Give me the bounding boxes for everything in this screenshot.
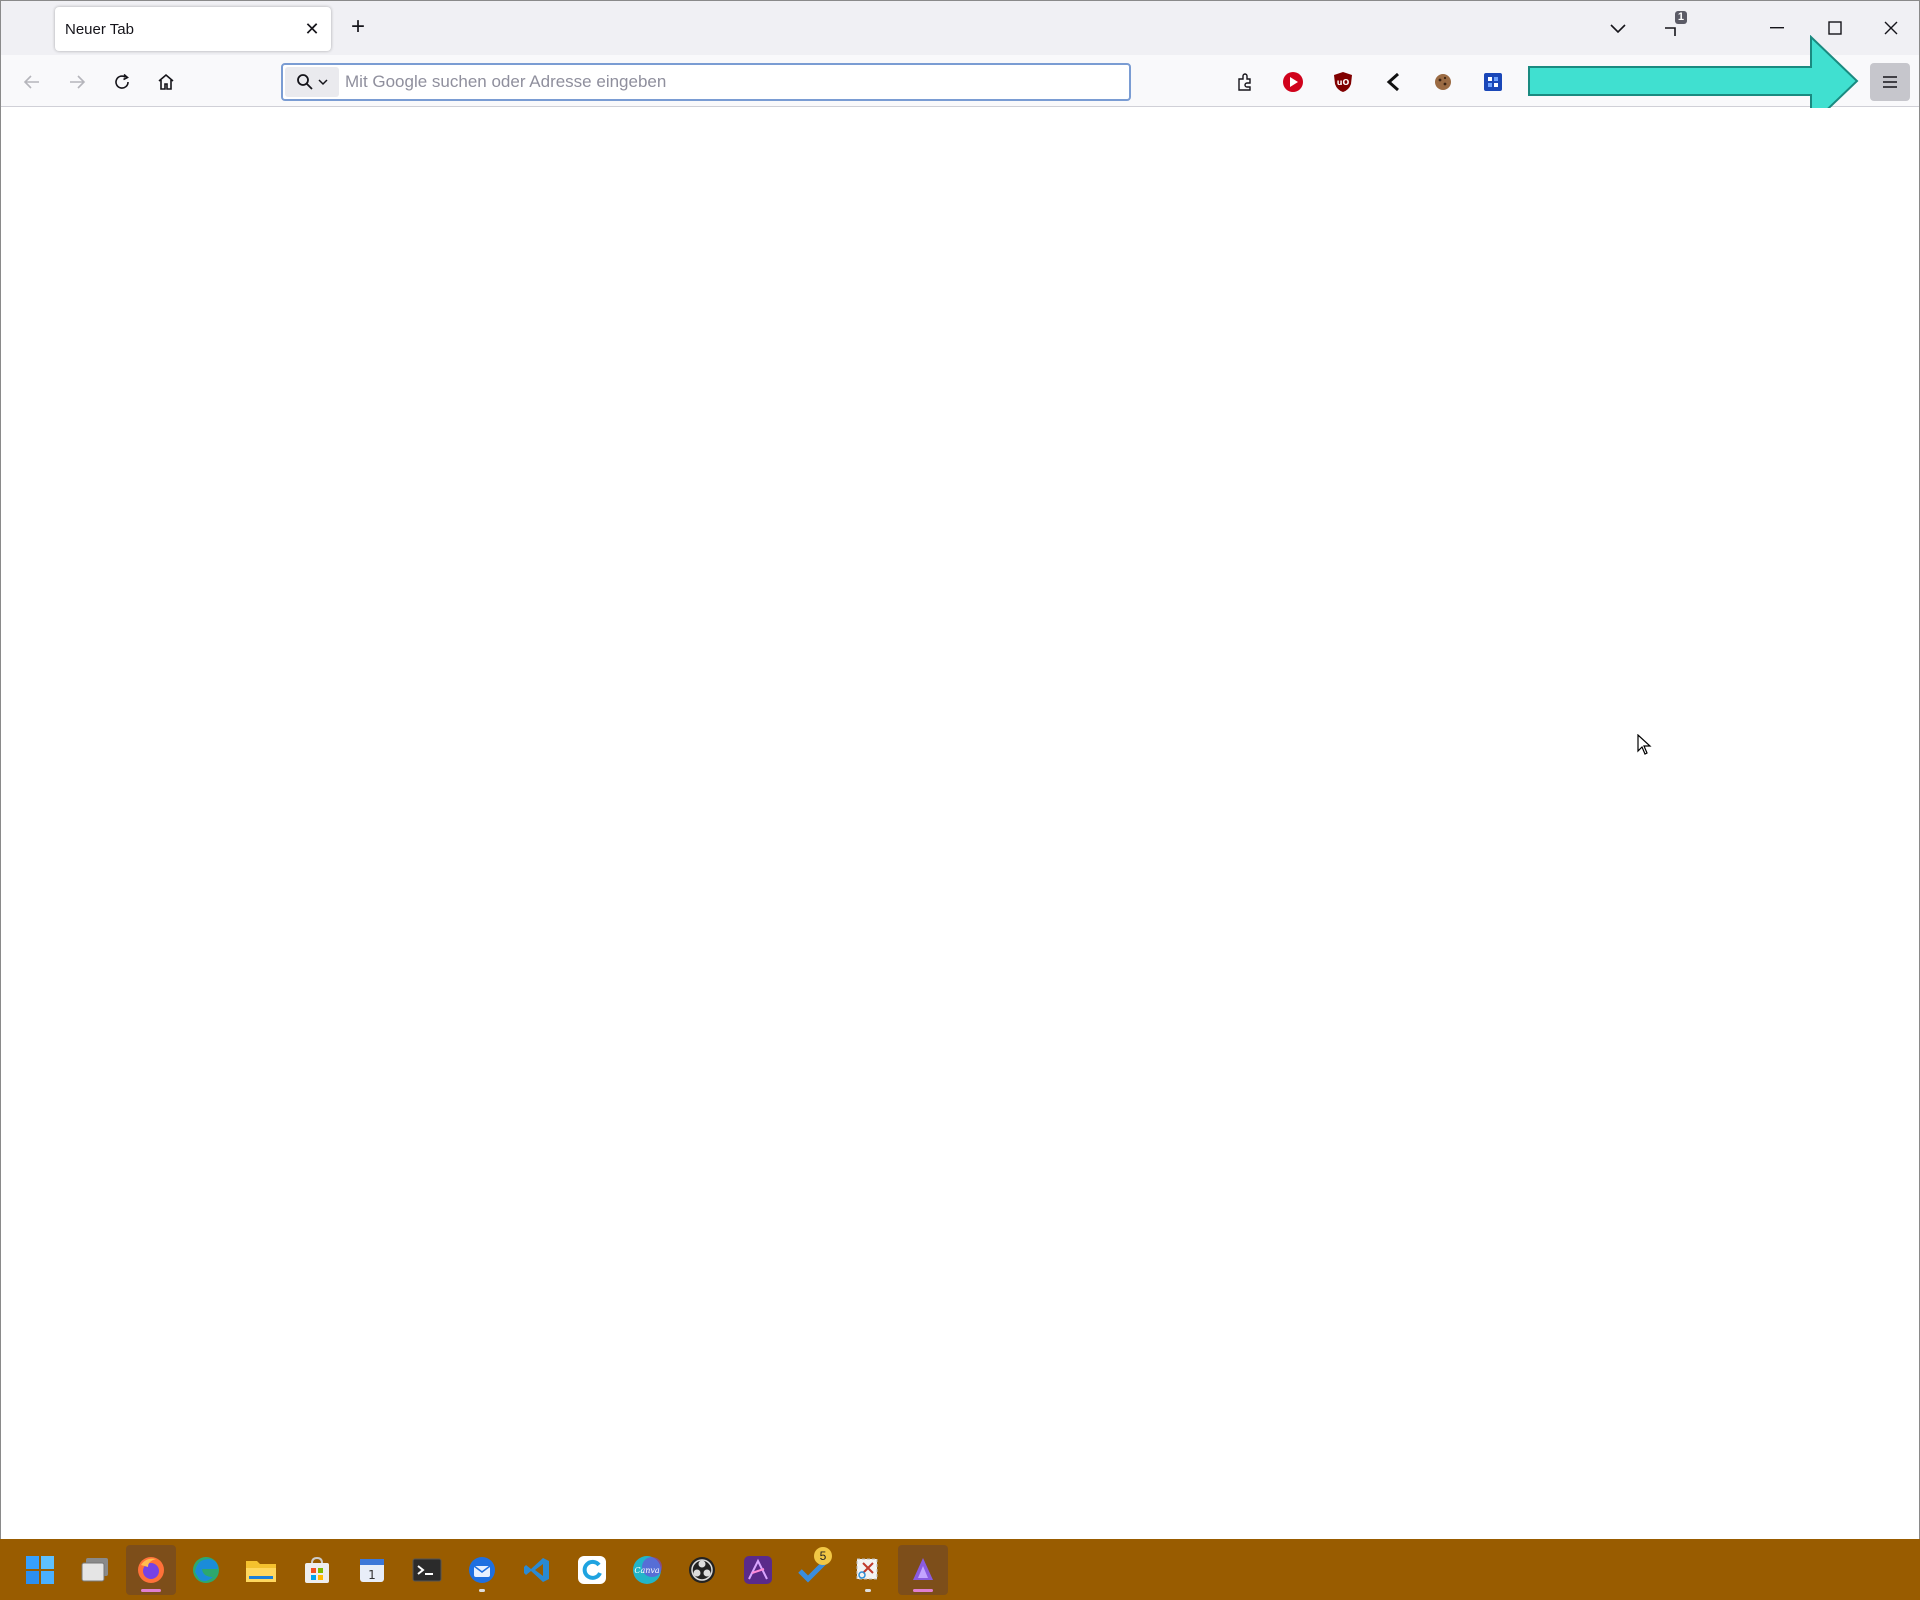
address-bar[interactable] xyxy=(281,63,1131,101)
taskbar: 1 Canva 5 xyxy=(0,1539,1920,1600)
youtube-extension-button[interactable] xyxy=(1278,67,1308,97)
close-icon xyxy=(1884,21,1898,35)
taskbar-obs[interactable] xyxy=(677,1545,727,1595)
browser-window: Neuer Tab ✕ + 1 Mit Google suchen oder A… xyxy=(0,0,1920,1540)
taskbar-thunderbird[interactable] xyxy=(457,1545,507,1595)
cookie-icon xyxy=(1435,74,1451,90)
obs-icon xyxy=(689,1557,715,1583)
taskbar-canva[interactable]: Canva xyxy=(622,1545,672,1595)
maximize-icon xyxy=(1828,21,1842,35)
home-icon xyxy=(158,73,174,90)
minimize-icon xyxy=(1770,27,1784,29)
svg-text:1: 1 xyxy=(368,1568,376,1582)
firefox-icon xyxy=(138,1557,164,1583)
running-indicator xyxy=(865,1589,871,1592)
reload-icon xyxy=(115,73,129,89)
search-engine-button[interactable] xyxy=(285,67,339,97)
url-input[interactable] xyxy=(345,72,1105,92)
taskbar-terminal[interactable] xyxy=(402,1545,452,1595)
chevron-down-icon xyxy=(318,79,328,86)
taskbar-file-explorer[interactable] xyxy=(236,1545,286,1595)
mouse-cursor-icon xyxy=(1637,734,1652,755)
windows-start-icon xyxy=(26,1556,54,1584)
chevron-down-icon xyxy=(1610,24,1626,34)
thunderbird-icon xyxy=(469,1557,495,1583)
taskbar-todo[interactable]: 5 xyxy=(788,1545,838,1595)
notification-badge: 5 xyxy=(814,1547,832,1565)
back-button[interactable] xyxy=(17,67,47,97)
active-indicator xyxy=(141,1589,161,1592)
application-menu-button[interactable] xyxy=(1870,63,1910,101)
taskbar-edge[interactable] xyxy=(181,1545,231,1595)
extensions-puzzle-icon xyxy=(1238,73,1251,91)
home-button[interactable] xyxy=(151,67,181,97)
vscode-icon xyxy=(524,1558,549,1582)
taskbar-snipping-tool[interactable] xyxy=(843,1545,893,1595)
page-content xyxy=(1,108,1919,1540)
active-indicator xyxy=(913,1589,933,1592)
extensions-button[interactable] xyxy=(1230,67,1260,97)
purple-app-icon xyxy=(913,1558,933,1580)
affinity-photo-icon xyxy=(744,1556,772,1584)
close-tab-icon[interactable]: ✕ xyxy=(301,18,323,40)
canva-icon: Canva xyxy=(633,1556,662,1584)
taskbar-sync-app[interactable] xyxy=(567,1545,617,1595)
svg-text:uO: uO xyxy=(1337,78,1350,87)
hamburger-menu-icon xyxy=(1883,76,1897,88)
taskbar-vscode[interactable] xyxy=(512,1545,562,1595)
blue-grid-extension-button[interactable] xyxy=(1478,67,1508,97)
edge-icon xyxy=(193,1557,219,1583)
close-window-button[interactable] xyxy=(1871,11,1911,45)
svg-text:Canva: Canva xyxy=(634,1566,660,1575)
cookie-extension-button[interactable] xyxy=(1428,67,1458,97)
taskbar-affinity-photo[interactable] xyxy=(733,1545,783,1595)
new-tab-button[interactable]: + xyxy=(345,14,371,40)
blue-grid-extension-icon xyxy=(1484,73,1502,91)
tab-count-badge: 1 xyxy=(1674,11,1687,24)
running-indicator xyxy=(479,1589,485,1592)
search-icon xyxy=(297,74,313,90)
taskbar-calendar[interactable]: 1 xyxy=(347,1545,397,1595)
start-button[interactable] xyxy=(15,1545,65,1595)
youtube-play-icon xyxy=(1283,72,1303,92)
calendar-icon: 1 xyxy=(360,1559,384,1582)
back-arrow-icon xyxy=(23,75,39,89)
back-arrow-extension-icon xyxy=(1386,72,1399,92)
microsoft-store-icon xyxy=(305,1556,329,1583)
back-arrow-extension-button[interactable] xyxy=(1378,67,1408,97)
terminal-icon xyxy=(412,1558,442,1582)
ublock-origin-button[interactable]: uO xyxy=(1328,67,1358,97)
sync-app-icon xyxy=(578,1556,606,1584)
forward-button[interactable] xyxy=(62,67,92,97)
forward-arrow-icon xyxy=(70,75,86,89)
snipping-tool-icon xyxy=(856,1558,878,1580)
taskbar-firefox[interactable] xyxy=(126,1545,176,1595)
taskbar-microsoft-store[interactable] xyxy=(292,1545,342,1595)
tab-neuer-tab[interactable]: Neuer Tab ✕ xyxy=(55,7,331,51)
reload-button[interactable] xyxy=(107,67,137,97)
task-view-icon xyxy=(81,1558,108,1582)
file-explorer-icon xyxy=(246,1561,276,1582)
ublock-origin-icon: uO xyxy=(1334,72,1352,92)
taskbar-purple-app[interactable] xyxy=(898,1545,948,1595)
tab-title: Neuer Tab xyxy=(65,21,134,38)
task-view-button[interactable] xyxy=(70,1545,120,1595)
